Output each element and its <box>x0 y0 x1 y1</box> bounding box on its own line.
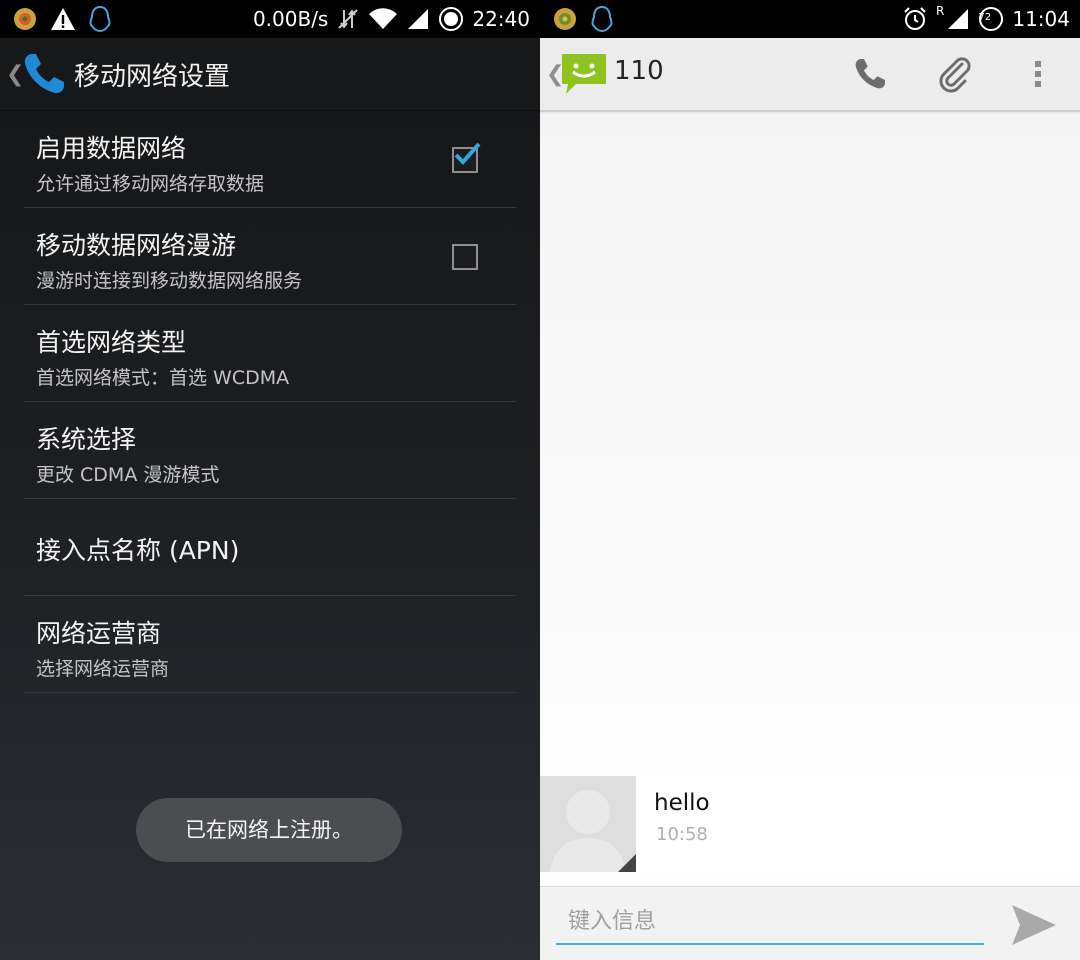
setting-preferred-network[interactable]: 首选网络类型 首选网络模式：首选 WCDMA <box>24 305 516 402</box>
settings-action-bar: ❮ 移动网络设置 <box>0 38 540 111</box>
page-title: 移动网络设置 <box>74 62 231 92</box>
roaming-indicator: R <box>936 4 945 18</box>
attach-button[interactable] <box>932 52 976 96</box>
signal-icon <box>408 9 429 29</box>
app-badge-icon <box>554 8 576 30</box>
setting-title: 首选网络类型 <box>36 328 187 357</box>
compose-bar <box>540 886 1080 960</box>
contact-name: 110 <box>614 56 664 86</box>
contact-avatar[interactable] <box>540 776 636 872</box>
qq-icon <box>591 5 613 33</box>
call-icon <box>855 59 885 89</box>
messaging-conversation-screen: R 72 11:04 ❮ 110 hello 10:58 键入信息 <box>540 0 1080 960</box>
setting-title: 系统选择 <box>36 425 137 454</box>
send-icon <box>1012 905 1056 945</box>
no-data-icon <box>338 9 359 29</box>
settings-list: 启用数据网络 允许通过移动网络存取数据 移动数据网络漫游 漫游时连接到移动数据网… <box>24 111 516 693</box>
avatar-icon <box>540 776 636 872</box>
overflow-menu-button[interactable] <box>1016 52 1060 96</box>
setting-subtitle: 漫游时连接到移动数据网络服务 <box>36 270 303 292</box>
message-time: 10:58 <box>656 824 708 845</box>
alarm-icon <box>904 7 926 30</box>
qq-icon <box>89 5 111 33</box>
phone-icon[interactable] <box>20 50 68 98</box>
network-speed: 0.00B/s <box>252 7 329 31</box>
wifi-icon <box>369 8 398 30</box>
conversation-action-bar: ❮ 110 <box>540 38 1080 112</box>
data-roaming-checkbox[interactable] <box>452 244 478 270</box>
battery-level: 72 <box>978 12 992 23</box>
setting-title: 移动数据网络漫游 <box>36 231 237 260</box>
app-badge-icon <box>14 8 36 30</box>
warning-icon <box>51 8 75 30</box>
send-button[interactable] <box>1010 903 1058 947</box>
battery-icon <box>439 7 464 31</box>
attach-icon <box>939 57 971 93</box>
setting-subtitle: 更改 CDMA 漫游模式 <box>36 464 220 486</box>
battery-icon: 72 <box>978 6 1004 32</box>
message-text: hello <box>654 790 710 816</box>
setting-subtitle: 首选网络模式：首选 WCDMA <box>36 367 290 389</box>
setting-data-roaming[interactable]: 移动数据网络漫游 漫游时连接到移动数据网络服务 <box>24 208 516 305</box>
mobile-network-settings-screen: 0.00B/s 22:40 ❮ 移动网络设置 启用数据网络 允许通过移动网络存取… <box>0 0 540 960</box>
setting-title: 网络运营商 <box>36 619 162 648</box>
setting-apn[interactable]: 接入点名称 (APN) <box>24 499 516 596</box>
enable-data-checkbox[interactable] <box>452 142 481 173</box>
checkmark-icon <box>454 142 481 165</box>
setting-title: 接入点名称 (APN) <box>36 536 240 565</box>
setting-system-select[interactable]: 系统选择 更改 CDMA 漫游模式 <box>24 402 516 499</box>
setting-subtitle: 选择网络运营商 <box>36 658 170 680</box>
setting-network-operator[interactable]: 网络运营商 选择网络运营商 <box>24 596 516 693</box>
setting-subtitle: 允许通过移动网络存取数据 <box>36 173 265 195</box>
status-time: 11:04 <box>1012 7 1070 31</box>
status-bar: R 72 11:04 <box>540 0 1080 38</box>
setting-title: 启用数据网络 <box>36 134 187 163</box>
signal-icon <box>948 9 969 29</box>
message-input[interactable] <box>556 899 984 945</box>
status-bar: 0.00B/s 22:40 <box>0 0 540 38</box>
overflow-menu-icon <box>1035 61 1041 87</box>
message-app-icon[interactable] <box>560 50 608 98</box>
call-button[interactable] <box>848 52 892 96</box>
toast-message: 已在网络上注册。 <box>136 798 402 862</box>
setting-enable-data[interactable]: 启用数据网络 允许通过移动网络存取数据 <box>24 111 516 208</box>
message-item[interactable]: hello 10:58 <box>540 776 1080 872</box>
status-time: 22:40 <box>472 7 530 31</box>
